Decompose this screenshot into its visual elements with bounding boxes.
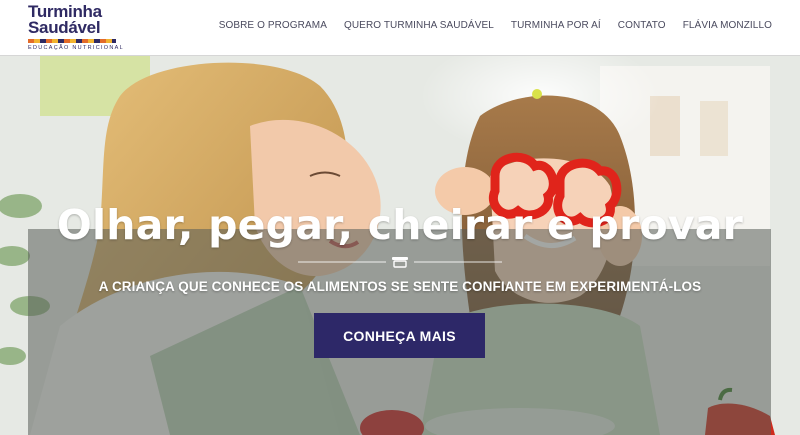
nav-item-contato[interactable]: CONTATO [618,20,666,31]
site-logo[interactable]: Turminha Saudável EDUCAÇÃO NUTRICIONAL [28,3,128,52]
basket-icon [392,257,408,268]
nav-item-flavia-monzillo[interactable]: FLÁVIA MONZILLO [683,20,772,31]
conheca-mais-button[interactable]: CONHEÇA MAIS [314,313,485,358]
hero-divider [298,257,502,268]
logo-stripe [28,39,116,43]
nav-item-turminha-por-ai[interactable]: TURMINHA POR AÍ [511,20,601,31]
hero-headline: Olhar, pegar, cheirar e provar [56,201,744,249]
main-nav: SOBRE O PROGRAMA QUERO TURMINHA SAUDÁVEL… [219,20,772,31]
logo-line-2: Saudável [28,18,101,37]
site-header: Turminha Saudável EDUCAÇÃO NUTRICIONAL S… [0,0,800,56]
nav-item-sobre-o-programa[interactable]: SOBRE O PROGRAMA [219,20,327,31]
nav-item-quero-turminha[interactable]: QUERO TURMINHA SAUDÁVEL [344,20,494,31]
logo-tagline: EDUCAÇÃO NUTRICIONAL [28,45,124,51]
hero-subheadline: A CRIANÇA QUE CONHECE OS ALIMENTOS SE SE… [98,279,702,294]
